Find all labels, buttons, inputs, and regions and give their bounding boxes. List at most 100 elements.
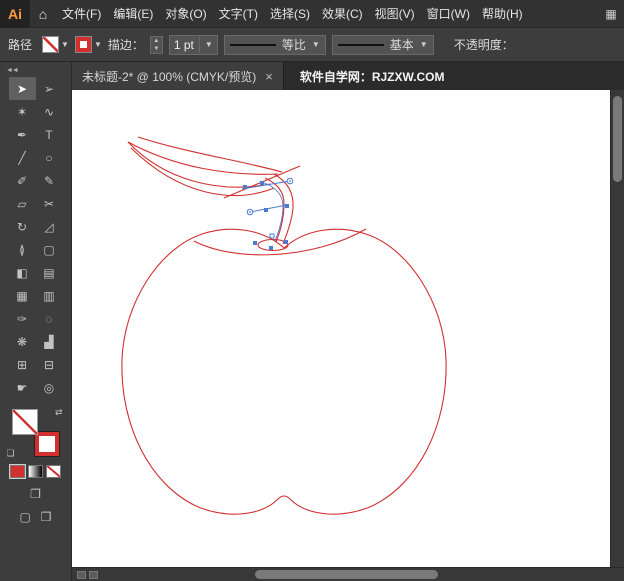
apple-body-path[interactable] xyxy=(121,228,447,515)
chevron-down-icon: ▼ xyxy=(311,40,320,49)
fill-none-swatch-icon xyxy=(42,36,60,53)
anchor-point[interactable] xyxy=(284,240,288,244)
perspective-grid-tool[interactable]: ▤ xyxy=(36,261,63,284)
direct-selection-tool[interactable]: ➢ xyxy=(36,77,63,100)
anchor-point[interactable] xyxy=(253,241,257,245)
menu-edit[interactable]: 编辑(E) xyxy=(107,0,159,28)
menu-help[interactable]: 帮助(H) xyxy=(476,0,529,28)
document-title: 未标题-2* @ 100% (CMYK/预览) xyxy=(82,69,257,84)
brush-preview-icon xyxy=(337,43,384,46)
bezier-handle-line-2[interactable] xyxy=(249,204,288,213)
line-segment-tool[interactable]: ╱ xyxy=(9,146,36,169)
default-fill-stroke-icon[interactable]: ❏ xyxy=(7,448,15,459)
stepper-up-icon[interactable]: ▲ xyxy=(151,37,162,45)
gradient-button[interactable] xyxy=(28,465,43,478)
main-area: ◄◄ ➤ ➢ ✶ ∿ ✒ T ╱ ○ ✐ ✎ ▱ ✂ ↻ ◿ ≬ ▢ ◧ ▤ ▦ ▥ ✑ ◌ ❋ ▟ ⊞ ⊟ ☛ ◎ ⇄ ❏ ❐ ▢ … xyxy=(0,62,624,581)
chevron-down-icon: ▼ xyxy=(204,40,213,49)
document-tab[interactable]: 未标题-2* @ 100% (CMYK/预览) × xyxy=(72,62,284,90)
pencil-tool[interactable]: ✎ xyxy=(36,169,63,192)
brush-definition-select[interactable]: 基本 ▼ xyxy=(331,34,434,55)
scale-tool[interactable]: ◿ xyxy=(36,215,63,238)
document-column: 未标题-2* @ 100% (CMYK/预览) × 软件自学网：RJZXW.CO… xyxy=(72,62,624,581)
anchor-point[interactable] xyxy=(269,246,273,250)
pen-tool[interactable]: ✒ xyxy=(9,123,36,146)
anchor-point[interactable] xyxy=(285,204,289,208)
vertical-scrollbar-thumb[interactable] xyxy=(613,96,622,182)
fill-color-swatch[interactable] xyxy=(11,409,38,435)
horizontal-scrollbar-row xyxy=(72,567,624,581)
slice-tool[interactable]: ⊟ xyxy=(36,353,63,376)
bezier-handle-dot xyxy=(249,211,251,213)
width-profile-select[interactable]: 等比 ▼ xyxy=(223,34,326,55)
menu-effect[interactable]: 效果(C) xyxy=(316,0,369,28)
bezier-handle-line-1[interactable] xyxy=(241,180,291,190)
stroke-profile-preview-icon xyxy=(229,43,276,46)
rotate-tool[interactable]: ↻ xyxy=(9,215,36,238)
scissors-tool[interactable]: ✂ xyxy=(36,192,63,215)
anchor-point[interactable] xyxy=(264,208,268,212)
artboard-tool[interactable]: ⊞ xyxy=(9,353,36,376)
workspace-switcher-icon[interactable]: ▦ xyxy=(598,7,624,21)
artboard-nav-icon[interactable] xyxy=(89,570,98,579)
chevron-down-icon: ▼ xyxy=(93,40,102,49)
anchor-point[interactable] xyxy=(260,181,264,185)
chevron-down-icon: ▼ xyxy=(419,40,428,49)
apple-top-curve[interactable] xyxy=(193,228,367,256)
leaf-curve-3[interactable] xyxy=(130,147,275,197)
eraser-tool[interactable]: ▱ xyxy=(9,192,36,215)
canvas-row xyxy=(72,90,624,567)
selection-tool[interactable]: ➤ xyxy=(8,77,36,100)
blend-tool[interactable]: ◌ xyxy=(36,307,63,330)
symbol-sprayer-tool[interactable]: ❋ xyxy=(9,330,36,353)
home-icon[interactable]: ⌂ xyxy=(30,6,56,22)
color-button[interactable] xyxy=(9,464,26,479)
fill-color-picker[interactable]: ▼ xyxy=(42,36,69,53)
artboard-nav-icon[interactable] xyxy=(77,570,86,579)
stroke-width-stepper[interactable]: ▲ ▼ xyxy=(149,35,163,54)
menu-view[interactable]: 视图(V) xyxy=(369,0,421,28)
hand-tool[interactable]: ☛ xyxy=(9,376,36,399)
lasso-tool[interactable]: ∿ xyxy=(36,100,63,123)
horizontal-scrollbar[interactable] xyxy=(103,568,610,581)
screen-mode-icon[interactable]: ▢ xyxy=(19,510,30,524)
stroke-label: 描边： xyxy=(107,38,144,52)
control-bar: 路径 ▼ ▼ 描边： ▲ ▼ 1 pt ▼ 等比 ▼ 基本 ▼ 不透明度： xyxy=(0,28,624,62)
leaf-curve-2[interactable] xyxy=(127,141,279,175)
paintbrush-tool[interactable]: ✐ xyxy=(9,169,36,192)
menu-bar: Ai ⌂ 文件(F) 编辑(E) 对象(O) 文字(T) 选择(S) 效果(C) 视图(V)… xyxy=(0,0,624,28)
menu-type[interactable]: 文字(T) xyxy=(213,0,264,28)
magic-wand-tool[interactable]: ✶ xyxy=(9,100,36,123)
free-transform-tool[interactable]: ▢ xyxy=(36,238,63,261)
ellipse-tool[interactable]: ○ xyxy=(36,146,63,169)
menu-file[interactable]: 文件(F) xyxy=(56,0,107,28)
anchor-point-hollow[interactable] xyxy=(269,233,275,239)
illustrator-window: Ai ⌂ 文件(F) 编辑(E) 对象(O) 文字(T) 选择(S) 效果(C) 视图(V)… xyxy=(0,0,624,581)
stroke-width-value: 1 pt xyxy=(173,37,194,52)
horizontal-scrollbar-thumb[interactable] xyxy=(255,569,438,579)
width-tool[interactable]: ≬ xyxy=(9,238,36,261)
eyedropper-tool[interactable]: ✑ xyxy=(9,307,36,330)
stroke-color-picker[interactable]: ▼ xyxy=(74,36,102,53)
shape-builder-tool[interactable]: ◧ xyxy=(9,261,36,284)
mesh-tool[interactable]: ▦ xyxy=(9,284,36,307)
type-tool[interactable]: T xyxy=(36,123,63,146)
gradient-tool[interactable]: ▥ xyxy=(36,284,63,307)
anchor-point[interactable] xyxy=(243,185,247,189)
menu-select[interactable]: 选择(S) xyxy=(264,0,316,28)
panel-icon[interactable]: ❒ xyxy=(41,510,52,524)
column-graph-tool[interactable]: ▟ xyxy=(36,330,63,353)
panel-collapse-icon[interactable]: ◄◄ xyxy=(0,62,19,77)
width-profile-value: 等比 xyxy=(281,38,306,52)
vertical-scrollbar[interactable] xyxy=(610,90,624,567)
stroke-width-select[interactable]: 1 pt ▼ xyxy=(168,34,218,55)
tool-grid: ➤ ➢ ✶ ∿ ✒ T ╱ ○ ✐ ✎ ▱ ✂ ↻ ◿ ≬ ▢ ◧ ▤ ▦ ▥ ✑ ◌ ❋ ▟ ⊞ ⊟ ☛ ◎ xyxy=(8,77,63,399)
draw-mode-icon[interactable]: ❐ xyxy=(30,487,41,501)
menu-window[interactable]: 窗口(W) xyxy=(421,0,476,28)
zoom-tool[interactable]: ◎ xyxy=(36,376,63,399)
none-button[interactable] xyxy=(46,465,61,478)
stepper-down-icon[interactable]: ▼ xyxy=(151,45,162,53)
swap-fill-stroke-icon[interactable]: ⇄ xyxy=(55,407,63,418)
close-icon[interactable]: × xyxy=(265,69,273,84)
canvas[interactable] xyxy=(72,90,610,567)
menu-object[interactable]: 对象(O) xyxy=(159,0,212,28)
